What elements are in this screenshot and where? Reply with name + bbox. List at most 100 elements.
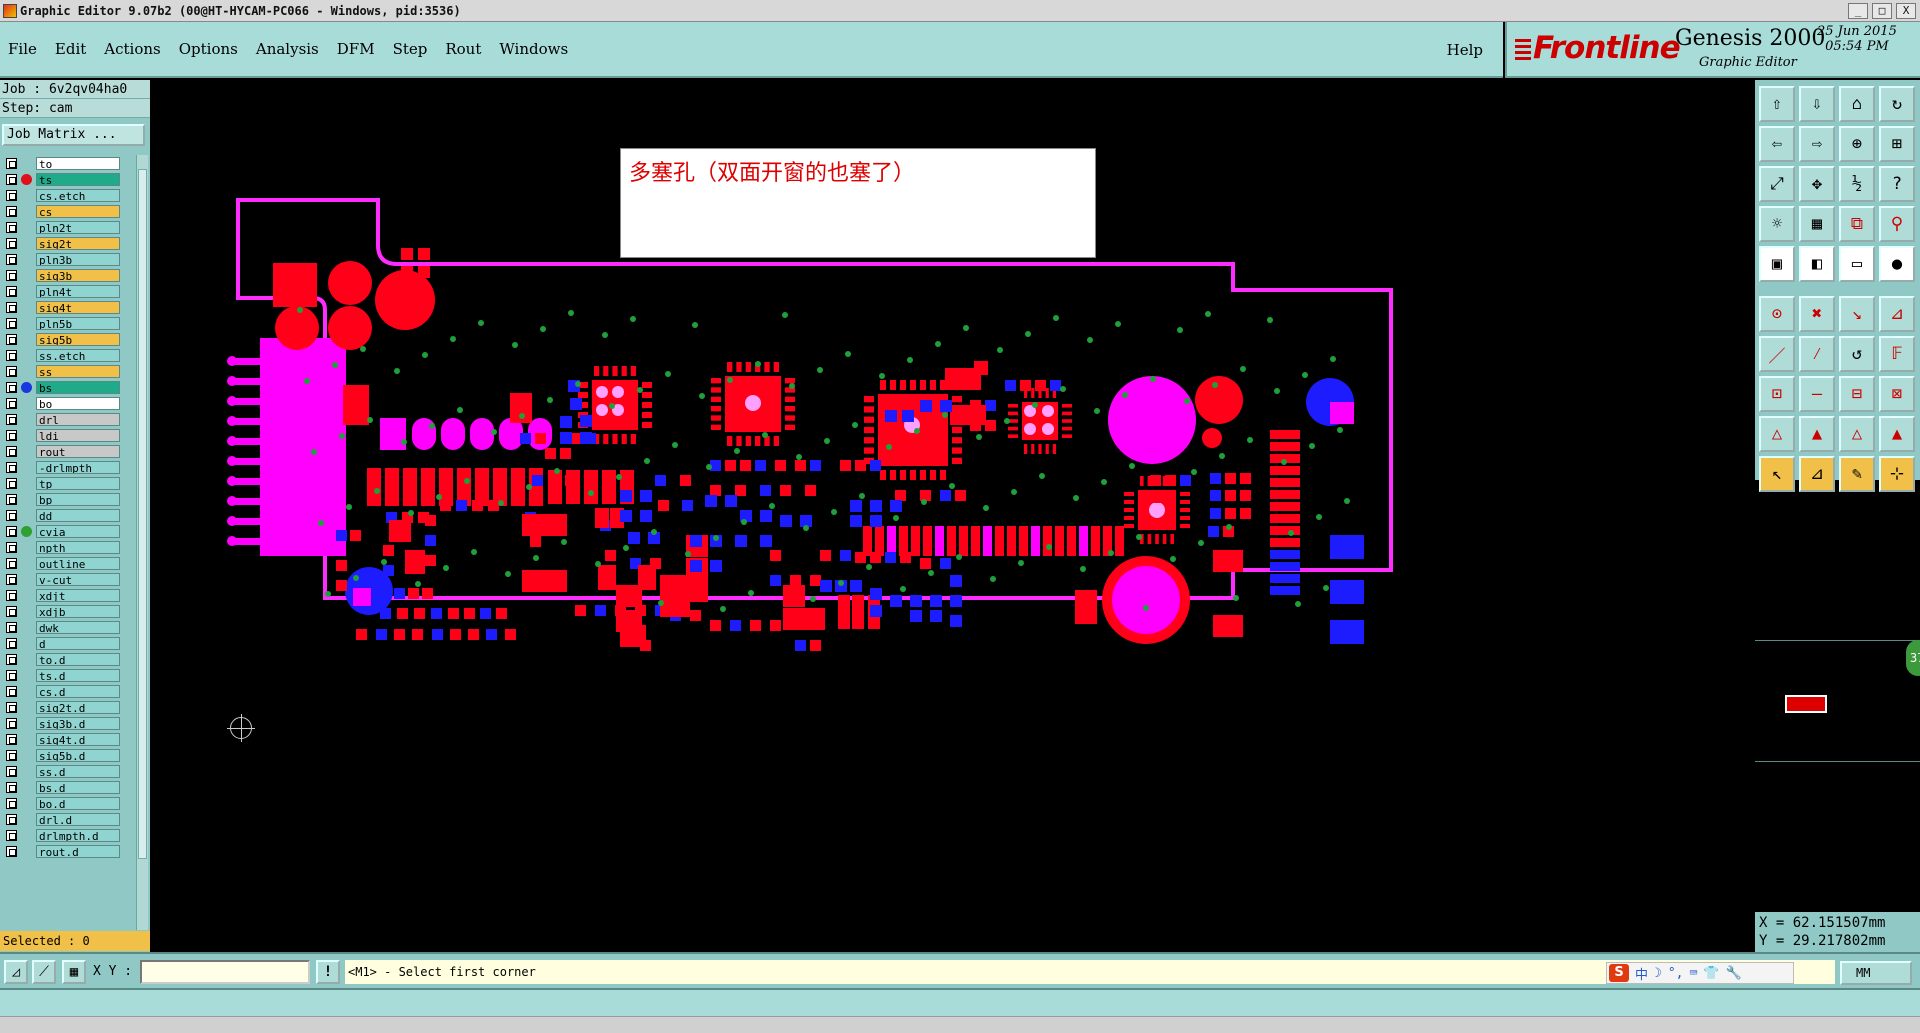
layer-checkbox[interactable]: [6, 286, 17, 297]
layer-name[interactable]: pln4t: [36, 285, 120, 298]
layer-name[interactable]: xdjt: [36, 589, 120, 602]
attribute-icon[interactable]: ⊠: [1879, 376, 1915, 412]
select-all-icon[interactable]: ⊹: [1879, 456, 1915, 492]
xy-input[interactable]: [140, 960, 310, 984]
layer-checkbox[interactable]: [6, 366, 17, 377]
pan-icon[interactable]: ✥: [1799, 166, 1835, 202]
layer-name[interactable]: ldi: [36, 429, 120, 442]
ime-keyboard-icon[interactable]: ⌨: [1690, 966, 1698, 981]
layer-scrollbar[interactable]: [136, 155, 148, 930]
layer-row[interactable]: xdjb: [0, 603, 136, 619]
point-icon[interactable]: ●: [1879, 246, 1915, 282]
layer-row[interactable]: drl.d: [0, 811, 136, 827]
layer-row[interactable]: pln3b: [0, 251, 136, 267]
filter-icon[interactable]: ⚲: [1879, 206, 1915, 242]
node-icon[interactable]: ⊿: [1879, 296, 1915, 332]
message-icon[interactable]: !: [316, 960, 340, 984]
layer-checkbox[interactable]: [6, 510, 17, 521]
layer-checkbox[interactable]: [6, 686, 17, 697]
arc-icon[interactable]: ⁄: [1799, 336, 1835, 372]
layer-name[interactable]: dd: [36, 509, 120, 522]
layer-checkbox[interactable]: [6, 302, 17, 313]
layer-name[interactable]: dwk: [36, 621, 120, 634]
layer-checkbox[interactable]: [6, 830, 17, 841]
layer-name[interactable]: npth: [36, 541, 120, 554]
layer-row[interactable]: tp: [0, 475, 136, 491]
menu-actions[interactable]: Actions: [104, 40, 160, 58]
snap-icon[interactable]: ☼: [1759, 206, 1795, 242]
layer-name[interactable]: drl.d: [36, 813, 120, 826]
layer-checkbox[interactable]: [6, 254, 17, 265]
select-icon[interactable]: ↖: [1759, 456, 1795, 492]
ime-skin-icon[interactable]: 👕: [1703, 966, 1719, 981]
layer-checkbox[interactable]: [6, 318, 17, 329]
font-icon[interactable]: 𝔽: [1879, 336, 1915, 372]
layer-name[interactable]: v-cut: [36, 573, 120, 586]
menu-file[interactable]: File: [8, 40, 37, 58]
menu-options[interactable]: Options: [179, 40, 238, 58]
select-net-icon[interactable]: ✎: [1839, 456, 1875, 492]
menu-edit[interactable]: Edit: [55, 40, 86, 58]
layer-name[interactable]: bp: [36, 493, 120, 506]
display-icon[interactable]: ▣: [1759, 246, 1795, 282]
ime-punct-icon[interactable]: °,: [1668, 966, 1684, 981]
ruler-icon[interactable]: ▭: [1839, 246, 1875, 282]
fit-screen-icon[interactable]: ⤢: [1759, 166, 1795, 202]
layer-checkbox[interactable]: [6, 494, 17, 505]
maximize-button[interactable]: □: [1872, 2, 1892, 19]
layer-name[interactable]: pln2t: [36, 221, 120, 234]
layer-checkbox[interactable]: [6, 798, 17, 809]
layer-checkbox[interactable]: [6, 638, 17, 649]
layer-checkbox[interactable]: [6, 478, 17, 489]
layer-checkbox[interactable]: [6, 590, 17, 601]
move-icon[interactable]: —: [1799, 376, 1835, 412]
layer-name[interactable]: to: [36, 157, 120, 170]
menu-help[interactable]: Help: [1447, 41, 1483, 59]
layer-checkbox[interactable]: [6, 430, 17, 441]
layer-name[interactable]: xdjb: [36, 605, 120, 618]
layer-name[interactable]: bs.d: [36, 781, 120, 794]
layer-checkbox[interactable]: [6, 814, 17, 825]
layer-row[interactable]: sig3b.d: [0, 715, 136, 731]
menu-dfm[interactable]: DFM: [337, 40, 375, 58]
layer-checkbox[interactable]: [6, 414, 17, 425]
layer-checkbox[interactable]: [6, 606, 17, 617]
layer-row[interactable]: npth: [0, 539, 136, 555]
layer-checkbox[interactable]: [6, 670, 17, 681]
zoom-fit-icon[interactable]: ⊞: [1879, 126, 1915, 162]
layer-name[interactable]: cs: [36, 205, 120, 218]
layer-row[interactable]: outline: [0, 555, 136, 571]
menu-analysis[interactable]: Analysis: [256, 40, 319, 58]
layer-checkbox[interactable]: [6, 574, 17, 585]
layer-row[interactable]: bs.d: [0, 779, 136, 795]
layer-name[interactable]: ss.d: [36, 765, 120, 778]
layer-name[interactable]: sig3b: [36, 269, 120, 282]
shape-icon[interactable]: ◧: [1799, 246, 1835, 282]
layer-name[interactable]: cvia: [36, 525, 120, 538]
menu-step[interactable]: Step: [393, 40, 428, 58]
layer-row[interactable]: bo.d: [0, 795, 136, 811]
ime-moon-icon[interactable]: ☽: [1654, 966, 1662, 981]
layer-checkbox[interactable]: [6, 734, 17, 745]
pad-icon[interactable]: ⊡: [1759, 376, 1795, 412]
layer-row[interactable]: rout.d: [0, 843, 136, 859]
close-button[interactable]: X: [1896, 2, 1916, 19]
layer-checkbox[interactable]: [6, 542, 17, 553]
layer-name[interactable]: pln3b: [36, 253, 120, 266]
layer-name[interactable]: ts: [36, 173, 120, 186]
zoom-home-icon[interactable]: ⇧: [1759, 86, 1795, 122]
overview-map[interactable]: [1755, 640, 1920, 762]
layer-row[interactable]: drlmpth.d: [0, 827, 136, 843]
layer-checkbox[interactable]: [6, 158, 17, 169]
layer-row[interactable]: xdjt: [0, 587, 136, 603]
layer-name[interactable]: bs: [36, 381, 120, 394]
layer-row[interactable]: rout: [0, 443, 136, 459]
layer-name[interactable]: sig4t.d: [36, 733, 120, 746]
side-badge[interactable]: 37: [1906, 640, 1920, 676]
layer-checkbox[interactable]: [6, 526, 17, 537]
layer-name[interactable]: d: [36, 637, 120, 650]
layer-name[interactable]: cs.etch: [36, 189, 120, 202]
layer-row[interactable]: to.d: [0, 651, 136, 667]
layer-name[interactable]: rout: [36, 445, 120, 458]
scrollbar-thumb[interactable]: [138, 169, 147, 859]
